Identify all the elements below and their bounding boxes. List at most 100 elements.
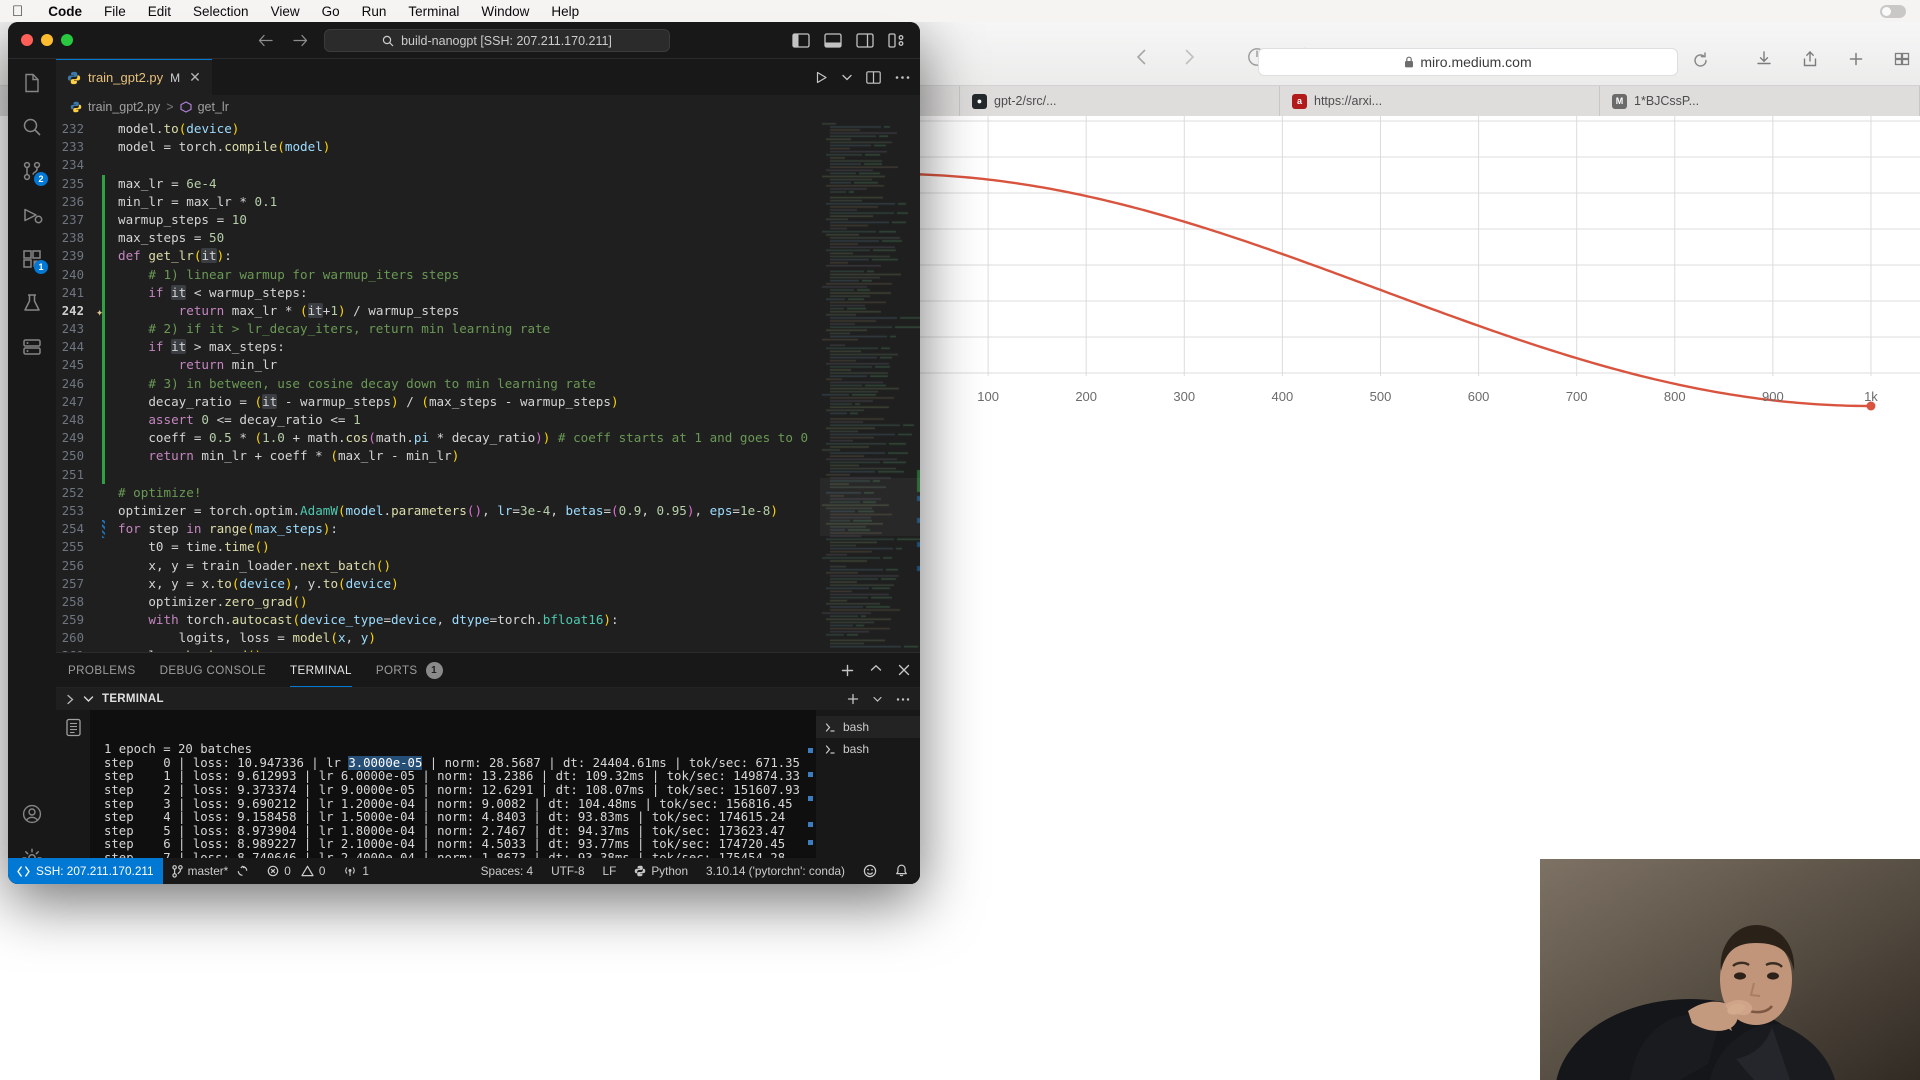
maximize-button[interactable] bbox=[61, 34, 73, 46]
terminal-tab-1[interactable]: bash bbox=[816, 738, 920, 760]
status-branch[interactable]: master* bbox=[163, 864, 259, 878]
code-line-251[interactable]: 251 bbox=[56, 465, 820, 484]
menubar-item-terminal[interactable]: Terminal bbox=[397, 4, 470, 19]
forward-icon[interactable] bbox=[1178, 46, 1200, 68]
notifications-icon[interactable] bbox=[886, 864, 920, 878]
split-terminal-chevron-icon[interactable] bbox=[873, 696, 882, 703]
activity-bar-extensions[interactable]: 1 bbox=[20, 247, 48, 274]
menubar-item-selection[interactable]: Selection bbox=[182, 4, 260, 19]
status-ports[interactable]: 1 bbox=[334, 864, 378, 878]
code-line-250[interactable]: 250 return min_lr + coeff * (max_lr - mi… bbox=[56, 447, 820, 466]
more-actions-icon[interactable] bbox=[896, 697, 910, 702]
code-line-245[interactable]: 245 return min_lr bbox=[56, 356, 820, 375]
apple-icon[interactable]:  bbox=[12, 4, 23, 19]
control-center-icon[interactable] bbox=[1880, 4, 1906, 18]
toggle-panel-icon[interactable] bbox=[824, 32, 842, 48]
code-line-254[interactable]: 254 for step in range(max_steps): bbox=[56, 520, 820, 539]
activity-bar-accounts[interactable] bbox=[20, 802, 44, 826]
panel-tab-ports[interactable]: PORTS 1 bbox=[376, 653, 443, 687]
activity-bar-run-and-debug[interactable] bbox=[20, 203, 44, 227]
status-interpreter[interactable]: 3.10.14 ('pytorchn': conda) bbox=[697, 864, 854, 878]
browser-tab-5[interactable]: M 1*BJCssP... bbox=[1600, 86, 1920, 116]
chevron-down-icon[interactable] bbox=[83, 695, 94, 703]
reload-icon[interactable] bbox=[1692, 52, 1709, 69]
status-problems[interactable]: 0 0 bbox=[258, 864, 334, 878]
browser-tab-4[interactable]: a https://arxi... bbox=[1280, 86, 1600, 116]
menubar-item-edit[interactable]: Edit bbox=[137, 4, 182, 19]
menubar-item-code[interactable]: Code bbox=[37, 4, 93, 19]
activity-bar-explorer[interactable] bbox=[20, 71, 44, 95]
code-line-260[interactable]: 260 logits, loss = model(x, y) bbox=[56, 629, 820, 647]
code-line-259[interactable]: 259 with torch.autocast(device_type=devi… bbox=[56, 611, 820, 629]
back-icon[interactable] bbox=[1130, 46, 1152, 68]
browser-tab-3[interactable]: ● gpt-2/src/... bbox=[960, 86, 1280, 116]
close-button[interactable] bbox=[21, 34, 33, 46]
status-indentation[interactable]: Spaces: 4 bbox=[472, 864, 542, 878]
status-encoding[interactable]: UTF-8 bbox=[542, 864, 593, 878]
feedback-icon[interactable] bbox=[854, 864, 886, 878]
chevron-up-icon[interactable] bbox=[870, 664, 882, 677]
code-line-234[interactable]: 234 bbox=[56, 156, 820, 174]
code-line-240[interactable]: 240 # 1) linear warmup for warmup_iters … bbox=[56, 265, 820, 284]
editor-tab-train-gpt2[interactable]: train_gpt2.py M ✕ bbox=[56, 59, 212, 95]
code-line-242[interactable]: 242 ✦ return max_lr * (it+1) / warmup_ste… bbox=[56, 301, 820, 321]
code-line-238[interactable]: 238 max_steps = 50 bbox=[56, 229, 820, 248]
code-line-246[interactable]: 246 # 3) in between, use cosine decay do… bbox=[56, 374, 820, 393]
code-line-247[interactable]: 247 decay_ratio = (it - warmup_steps) / … bbox=[56, 392, 820, 411]
menubar-item-help[interactable]: Help bbox=[540, 4, 590, 19]
code-line-243[interactable]: 243 # 2) if it > lr_decay_iters, return … bbox=[56, 320, 820, 339]
code-line-257[interactable]: 257 x, y = x.to(device), y.to(device) bbox=[56, 575, 820, 593]
terminal-tab-0[interactable]: bash bbox=[816, 716, 920, 738]
download-icon[interactable] bbox=[1755, 50, 1773, 68]
code-line-256[interactable]: 256 x, y = train_loader.next_batch() bbox=[56, 557, 820, 575]
copilot-sparkle-icon[interactable]: ✦ bbox=[96, 303, 103, 321]
terminal-list-icon[interactable] bbox=[65, 718, 82, 737]
status-language[interactable]: Python bbox=[625, 864, 697, 878]
code-line-232[interactable]: 232 model.to(device) bbox=[56, 120, 820, 138]
close-icon[interactable]: ✕ bbox=[189, 69, 201, 86]
code-line-233[interactable]: 233 model = torch.compile(model) bbox=[56, 138, 820, 156]
activity-bar-source-control[interactable]: 2 bbox=[20, 159, 48, 186]
toggle-secondary-sidebar-icon[interactable] bbox=[856, 32, 874, 48]
code-lines[interactable]: 232 model.to(device) 233 model = torch.comp… bbox=[56, 118, 820, 652]
panel-tab-terminal[interactable]: TERMINAL bbox=[290, 653, 352, 687]
breadcrumb-symbol[interactable]: get_lr bbox=[198, 100, 229, 114]
code-line-261[interactable]: 261 loss.backward() bbox=[56, 647, 820, 652]
menubar-item-file[interactable]: File bbox=[93, 4, 137, 19]
close-panel-icon[interactable] bbox=[898, 664, 910, 677]
add-terminal-icon[interactable] bbox=[841, 664, 854, 677]
menubar-item-view[interactable]: View bbox=[260, 4, 311, 19]
split-editor-icon[interactable] bbox=[866, 70, 881, 84]
panel-tab-problems[interactable]: PROBLEMS bbox=[68, 653, 136, 687]
activity-bar-remote-explorer[interactable] bbox=[20, 335, 44, 359]
chevron-right-icon[interactable] bbox=[66, 694, 75, 705]
code-line-255[interactable]: 255 t0 = time.time() bbox=[56, 538, 820, 556]
code-line-244[interactable]: 244 if it > max_steps: bbox=[56, 338, 820, 357]
code-line-252[interactable]: 252 # optimize! bbox=[56, 484, 820, 502]
more-actions-icon[interactable] bbox=[895, 75, 910, 80]
code-line-258[interactable]: 258 optimizer.zero_grad() bbox=[56, 593, 820, 611]
panel-tab-debug-console[interactable]: DEBUG CONSOLE bbox=[160, 653, 266, 687]
sync-icon[interactable] bbox=[236, 865, 249, 877]
code-editor[interactable]: 232 model.to(device) 233 model = torch.comp… bbox=[56, 118, 920, 652]
new-tab-icon[interactable] bbox=[1847, 50, 1865, 68]
code-line-248[interactable]: 248 assert 0 <= decay_ratio <= 1 bbox=[56, 411, 820, 430]
code-line-237[interactable]: 237 warmup_steps = 10 bbox=[56, 210, 820, 230]
code-line-236[interactable]: 236 min_lr = max_lr * 0.1 bbox=[56, 192, 820, 211]
minimap-slider[interactable] bbox=[820, 478, 920, 536]
forward-arrow-icon[interactable] bbox=[293, 34, 308, 47]
minimap[interactable] bbox=[820, 118, 920, 652]
menubar-item-run[interactable]: Run bbox=[351, 4, 398, 19]
run-icon[interactable] bbox=[815, 71, 828, 84]
chevron-down-icon[interactable] bbox=[842, 74, 852, 81]
code-line-249[interactable]: 249 coeff = 0.5 * (1.0 + math.cos(math.p… bbox=[56, 429, 820, 448]
activity-bar-testing[interactable] bbox=[20, 291, 44, 315]
minimize-button[interactable] bbox=[41, 34, 53, 46]
status-eol[interactable]: LF bbox=[594, 864, 626, 878]
code-line-239[interactable]: 239 def get_lr(it): bbox=[56, 247, 820, 266]
address-bar[interactable]: miro.medium.com bbox=[1258, 48, 1678, 76]
breadcrumb-file[interactable]: train_gpt2.py bbox=[88, 100, 160, 114]
menubar-item-go[interactable]: Go bbox=[311, 4, 351, 19]
customize-layout-icon[interactable] bbox=[888, 32, 906, 48]
tab-overview-icon[interactable] bbox=[1893, 50, 1911, 68]
